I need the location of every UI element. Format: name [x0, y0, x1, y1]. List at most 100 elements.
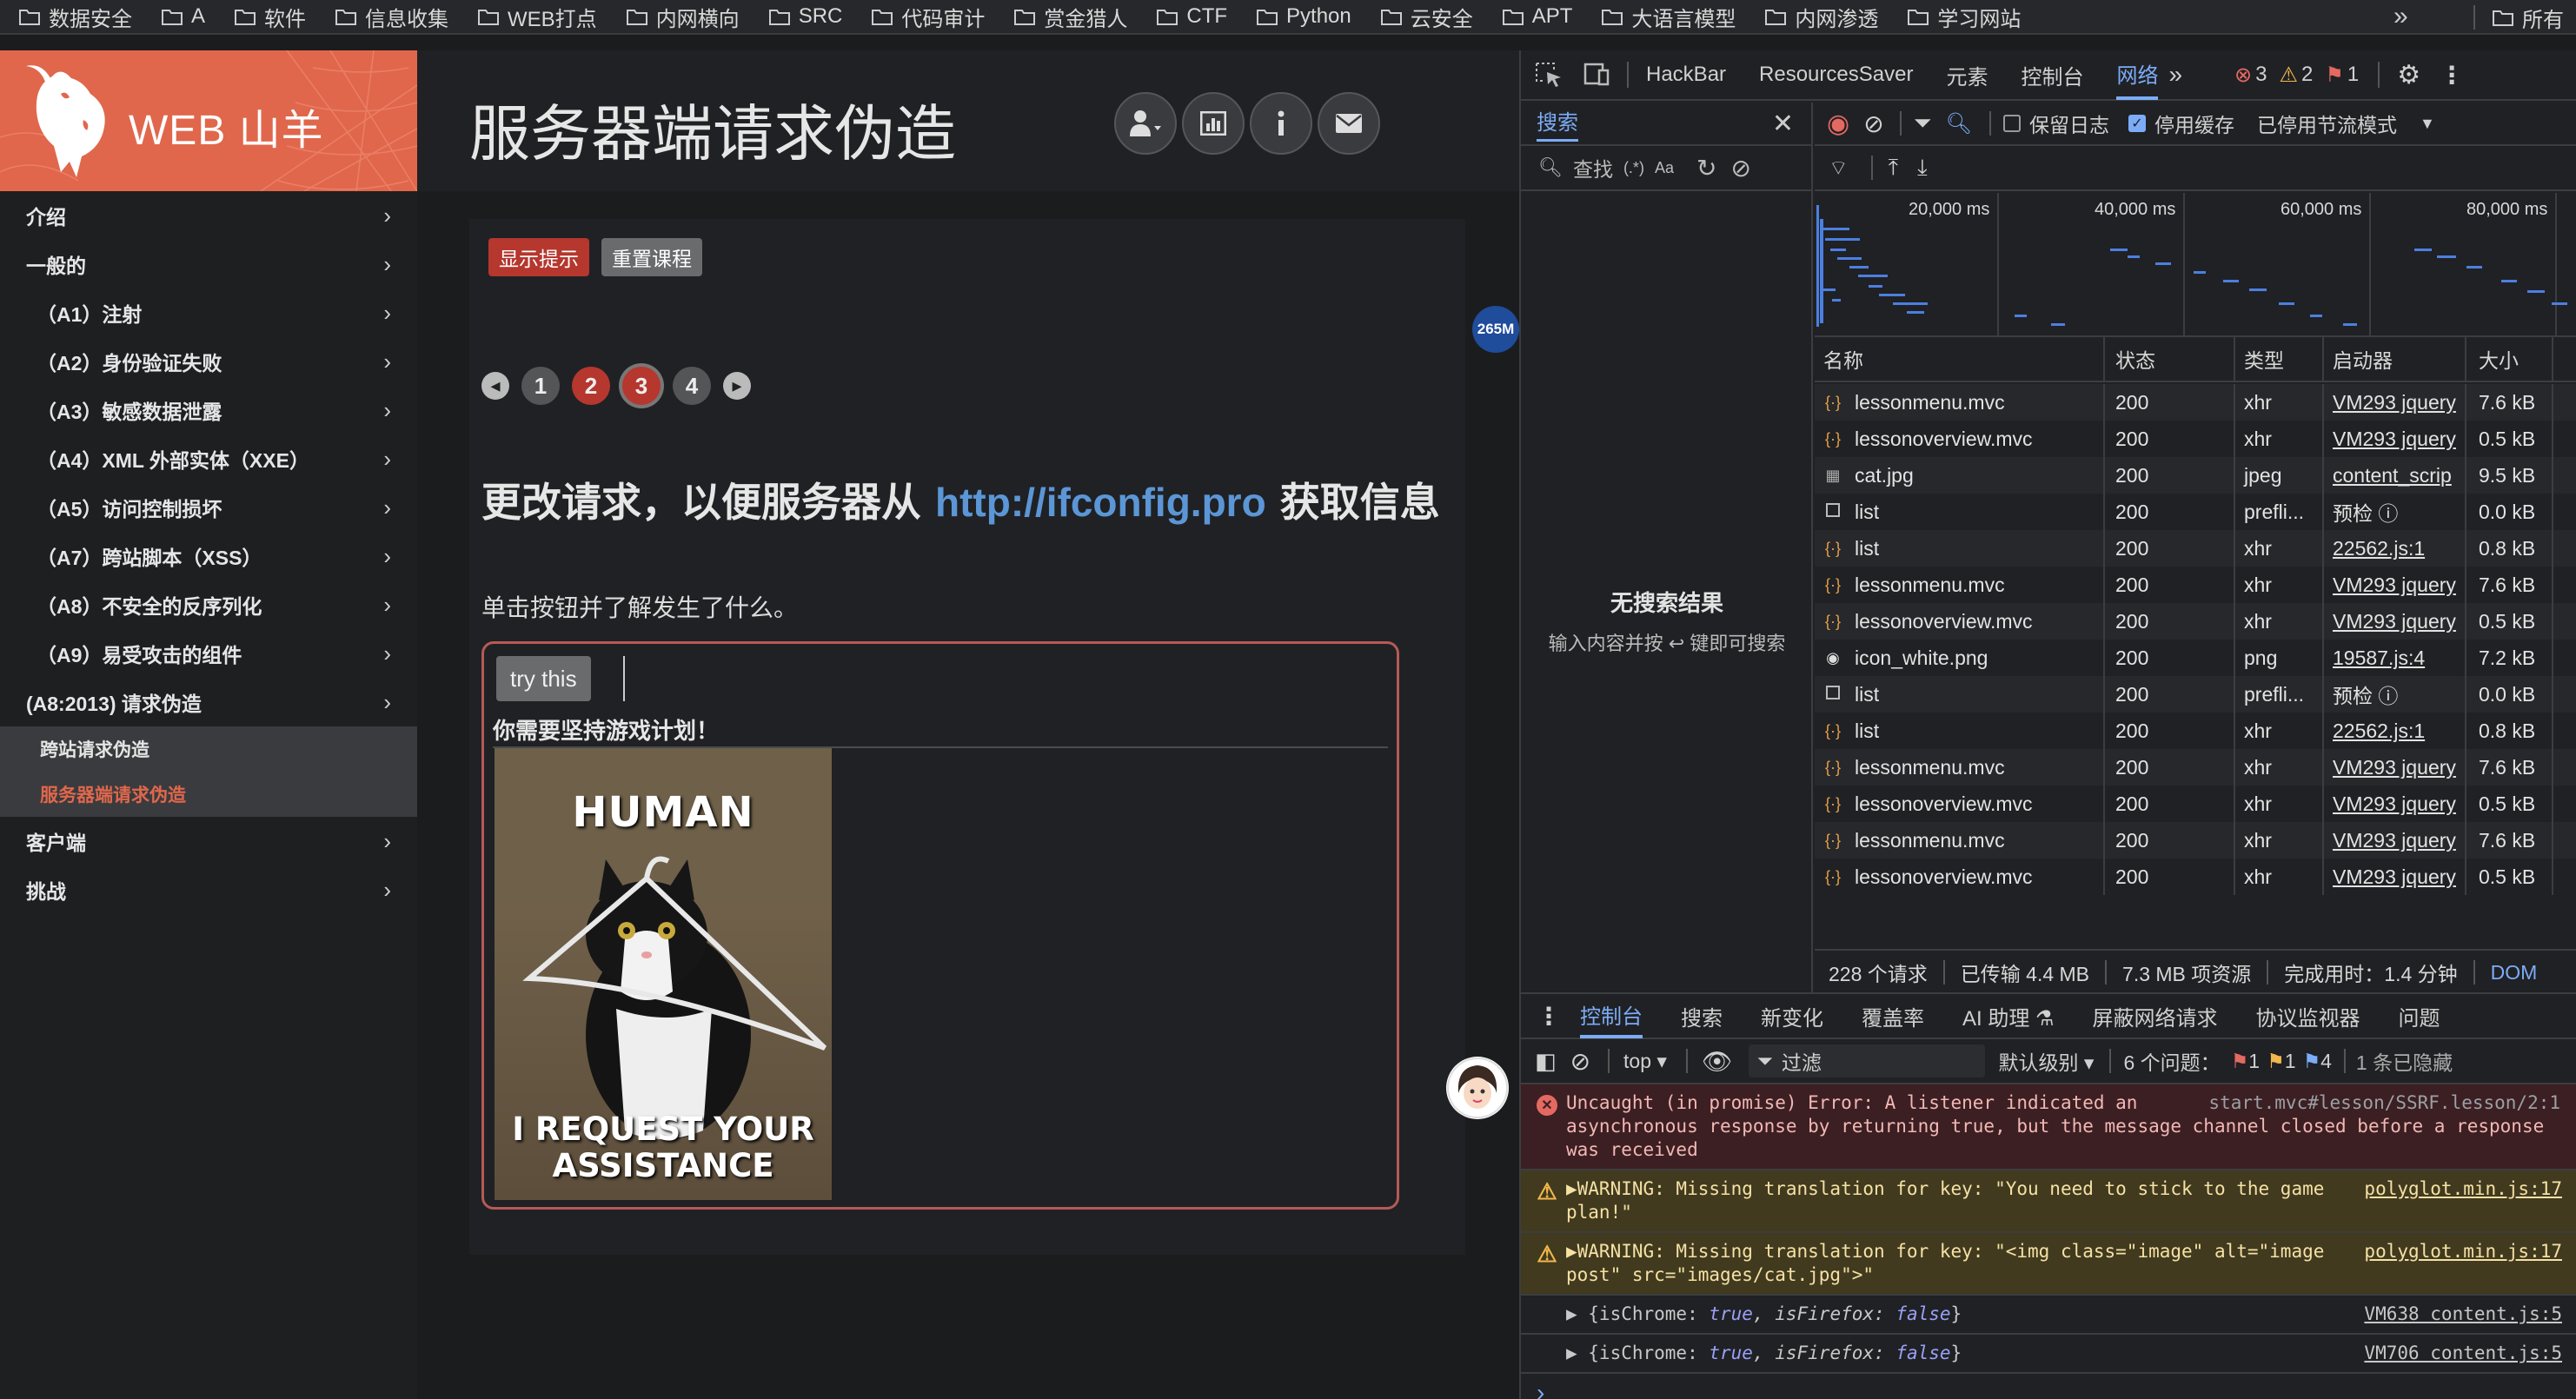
drawer-tab-changes[interactable]: 新变化 — [1761, 1001, 1823, 1031]
column-header-name[interactable]: 名称 — [1815, 336, 2105, 381]
tab-resourcessaver[interactable]: ResourcesSaver — [1759, 63, 1913, 87]
settings-gear-icon[interactable]: ⚙ — [2397, 60, 2420, 90]
issue-info-count[interactable]: 4 — [2320, 1050, 2332, 1073]
device-toolbar-icon[interactable] — [1582, 62, 1611, 88]
bookmark-folder[interactable]: SRC — [768, 0, 842, 33]
nav-item[interactable]: （A8）不安全的反序列化 › — [0, 580, 417, 629]
request-initiator-link[interactable]: VM293 jquery — [2324, 603, 2466, 640]
request-initiator-link[interactable]: 22562.js:1 — [2324, 713, 2466, 749]
bookmark-folder[interactable]: APT — [1502, 0, 1572, 33]
nav-item[interactable]: (A8:2013) 请求伪造 › — [0, 678, 417, 726]
all-bookmarks-button[interactable]: 所有 — [2473, 0, 2564, 35]
drawer-tab-protocol-monitor[interactable]: 协议监视器 — [2256, 1001, 2360, 1031]
nav-item[interactable]: 一般的 › — [0, 240, 417, 288]
memory-usage-badge[interactable]: 265M — [1472, 306, 1519, 353]
message-source-link[interactable]: polyglot.min.js:17 — [2364, 1177, 2562, 1201]
request-row[interactable]: {·} lessonoverview.mvc 200 xhr VM293 jquery 0… — [1815, 786, 2576, 822]
clear-log-icon[interactable]: ⊘ — [1863, 109, 1883, 138]
drawer-tab-search[interactable]: 搜索 — [1681, 1001, 1723, 1031]
request-row[interactable]: {·} lessonoverview.mvc 200 xhr VM293 jquery 0… — [1815, 421, 2576, 457]
request-initiator-link[interactable]: VM293 jquery — [2324, 421, 2466, 457]
bookmark-folder[interactable]: 代码审计 — [872, 0, 985, 33]
sidebar-toggle-icon[interactable]: ◧ — [1535, 1048, 1557, 1075]
tab-hackbar[interactable]: HackBar — [1646, 63, 1726, 87]
console-filter-input[interactable]: ⏷ 过滤 — [1748, 1044, 1985, 1077]
webgoat-logo[interactable]: WEB 山羊 — [0, 50, 417, 191]
match-case-toggle[interactable]: Aa — [1655, 159, 1674, 177]
close-icon[interactable]: ✕ — [1772, 109, 1794, 139]
page-4-button[interactable]: 4 — [673, 367, 711, 405]
issues-label[interactable]: 6 个问题： — [2123, 1046, 2220, 1076]
request-initiator-link[interactable]: VM293 jquery — [2324, 859, 2466, 895]
reset-lesson-button[interactable]: 重置课程 — [601, 238, 702, 276]
bookmark-folder[interactable]: CTF — [1157, 0, 1227, 33]
console-prompt[interactable]: › — [1521, 1374, 2576, 1399]
next-page-arrow-icon[interactable]: ▸ — [723, 372, 751, 400]
request-row[interactable]: {·} list 200 xhr 22562.js:1 0.8 kB — [1815, 713, 2576, 749]
clear-console-icon[interactable]: ⊘ — [1570, 1047, 1590, 1076]
clear-icon[interactable]: ⊘ — [1730, 154, 1750, 182]
nav-item[interactable]: （A7）跨站脚本（XSS） › — [0, 532, 417, 580]
disable-cache-checkbox[interactable]: ✓ — [2128, 115, 2146, 132]
bookmark-folder[interactable]: WEB打点 — [478, 0, 597, 33]
chevron-down-icon[interactable]: ▼ — [2420, 115, 2435, 133]
nav-item[interactable]: （A5）访问控制损坏 › — [0, 483, 417, 532]
error-count[interactable]: 3 — [2255, 63, 2267, 87]
refresh-icon[interactable]: ↻ — [1696, 154, 1716, 182]
request-row[interactable]: {·} lessonoverview.mvc 200 xhr VM293 jquery 0… — [1815, 603, 2576, 640]
issue-warning-count[interactable]: 1 — [2285, 1050, 2296, 1073]
request-row[interactable]: {·} lessonmenu.mvc 200 xhr VM293 jquery 7.6 k… — [1815, 749, 2576, 786]
request-row[interactable]: {·} list 200 xhr 22562.js:1 0.8 kB — [1815, 530, 2576, 567]
message-source-link[interactable]: start.mvc#lesson/SSRF.lesson/2:1 — [2208, 1091, 2560, 1115]
record-stop-icon[interactable]: ◉ — [1827, 109, 1849, 139]
drawer-tab-request-blocking[interactable]: 屏蔽网络请求 — [2093, 1001, 2218, 1031]
search-icon[interactable]: 🔍︎ — [1945, 111, 1971, 136]
context-select[interactable]: top ▾ — [1623, 1050, 1667, 1073]
bookmark-folder[interactable]: 内网横向 — [626, 0, 740, 33]
tab-network[interactable]: 网络 — [2116, 50, 2159, 100]
request-row[interactable]: {·} lessonmenu.mvc 200 xhr VM293 jquery 7.6 k… — [1815, 567, 2576, 603]
drawer-tab-console[interactable]: 控制台 — [1580, 993, 1643, 1038]
request-row[interactable]: {·} lessonmenu.mvc 200 xhr VM293 jquery 7.6 k… — [1815, 822, 2576, 859]
bookmark-folder[interactable]: 大语言模型 — [1602, 0, 1736, 33]
preserve-log-checkbox[interactable] — [2002, 115, 2021, 132]
inspect-element-icon[interactable] — [1535, 62, 1564, 88]
column-header-type[interactable]: 类型 — [2235, 336, 2324, 381]
bookmark-folder[interactable]: 数据安全 — [19, 0, 132, 33]
request-initiator-link[interactable]: 预检 ⓘ — [2324, 676, 2466, 713]
drawer-tab-coverage[interactable]: 覆盖率 — [1862, 1001, 1924, 1031]
request-initiator-link[interactable]: 19587.js:4 — [2324, 640, 2466, 676]
warning-count[interactable]: 2 — [2301, 63, 2313, 87]
about-button[interactable] — [1250, 92, 1312, 155]
tab-elements[interactable]: 元素 — [1946, 60, 1988, 90]
try-this-button[interactable]: try this — [496, 656, 591, 701]
assistant-avatar[interactable] — [1446, 1057, 1509, 1119]
column-header-initiator[interactable]: 启动器 — [2324, 336, 2466, 381]
request-initiator-link[interactable]: 预检 ⓘ — [2324, 494, 2466, 530]
message-source-link[interactable]: polyglot.min.js:17 — [2364, 1240, 2562, 1263]
request-initiator-link[interactable]: content_scrip — [2324, 457, 2466, 494]
bookmark-folder[interactable]: A — [162, 0, 205, 33]
bookmark-folder[interactable]: 内网渗透 — [1765, 0, 1878, 33]
export-har-icon[interactable]: ⤓ — [1917, 154, 1928, 182]
nav-item[interactable]: （A2）身份验证失败 › — [0, 337, 417, 386]
nav-item[interactable]: （A3）敏感数据泄露 › — [0, 386, 417, 434]
filter-icon[interactable]: ⏷ — [1914, 109, 1932, 137]
column-header-status[interactable]: 状态 — [2105, 336, 2235, 381]
page-3-button[interactable]: 3 — [622, 367, 661, 405]
request-row[interactable]: ▦ cat.jpg 200 jpeg content_scrip 9.5 kB — [1815, 457, 2576, 494]
bookmark-folder[interactable]: Python — [1257, 0, 1351, 33]
nav-item[interactable]: 挑战 › — [0, 865, 417, 914]
drawer-menu-icon[interactable]: ⋮ — [1537, 1002, 1561, 1031]
drawer-tab-ai-assistant[interactable]: AI 助理 ⚗ — [1962, 1001, 2055, 1031]
request-initiator-link[interactable]: VM293 jquery — [2324, 384, 2466, 421]
nav-item[interactable]: 介绍 › — [0, 191, 417, 240]
log-level-select[interactable]: 默认级别 ▾ — [1999, 1046, 2095, 1076]
import-har-icon[interactable]: ⤒ — [1889, 154, 1899, 182]
network-overview-timeline[interactable]: 20,000 ms 40,000 ms 60,000 ms 80,000 ms — [1815, 193, 2576, 337]
column-header-size[interactable]: 大小 — [2466, 336, 2553, 381]
request-initiator-link[interactable]: VM293 jquery — [2324, 822, 2466, 859]
drawer-tab-issues[interactable]: 问题 — [2399, 1001, 2440, 1031]
user-menu-button[interactable] — [1114, 92, 1177, 155]
request-initiator-link[interactable]: VM293 jquery — [2324, 786, 2466, 822]
